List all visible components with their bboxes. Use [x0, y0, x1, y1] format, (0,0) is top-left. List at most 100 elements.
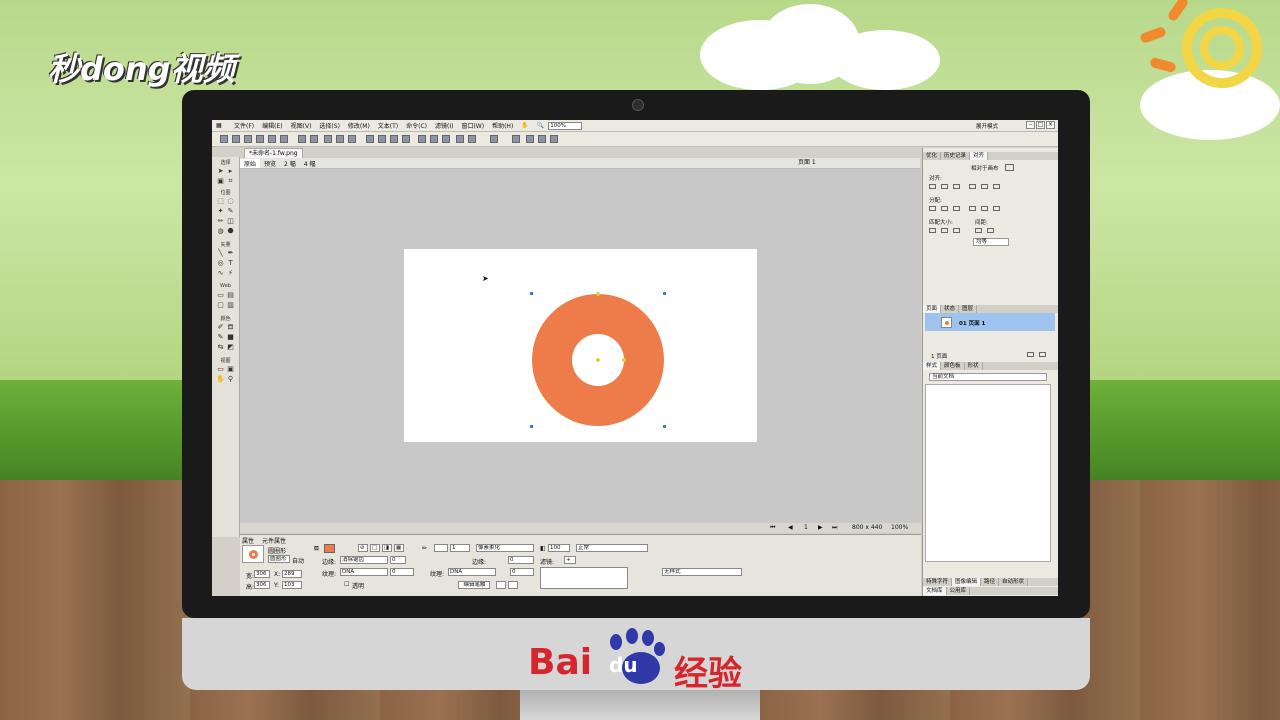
- spacing-select[interactable]: 均等: [973, 238, 1009, 246]
- brush-tool-icon[interactable]: ✎: [226, 207, 235, 215]
- text-tool-icon[interactable]: T: [226, 259, 235, 267]
- stroke-texture-select[interactable]: DNA: [448, 568, 496, 576]
- align-bottom-icon[interactable]: [993, 184, 1000, 189]
- auto-button[interactable]: 自动: [292, 556, 304, 565]
- menu-commands[interactable]: 命令(C): [402, 121, 431, 130]
- distribute-bottom-icon[interactable]: [953, 206, 960, 211]
- top-point-handle[interactable]: [596, 292, 600, 296]
- first-frame-icon[interactable]: ⏮: [770, 524, 775, 532]
- hand-icon[interactable]: ✋: [517, 122, 532, 129]
- selection-handle[interactable]: [530, 292, 533, 295]
- fill-edge-select[interactable]: 消除锯齿: [340, 556, 388, 564]
- tab-shapes[interactable]: 形状: [965, 362, 983, 370]
- tab-pages[interactable]: 页面: [923, 305, 942, 313]
- fill-solid-button[interactable]: □: [370, 544, 380, 552]
- styles-list[interactable]: [925, 384, 1051, 562]
- tab-history[interactable]: 历史记录: [941, 152, 971, 160]
- view-2up-tab[interactable]: 2 幅: [280, 159, 300, 168]
- next-frame-icon[interactable]: ▶: [818, 524, 823, 531]
- transparent-checkbox[interactable]: ☐: [344, 581, 349, 588]
- page-selector[interactable]: 页面 1: [798, 158, 918, 168]
- fill-texture-amount[interactable]: 0: [390, 568, 414, 576]
- tab-document-library[interactable]: 文档库: [923, 587, 947, 595]
- zoom-select[interactable]: 100%: [548, 121, 583, 130]
- object-name-field[interactable]: 圆圈形: [268, 555, 290, 563]
- close-button[interactable]: ×: [1046, 121, 1055, 129]
- align-center-h-icon[interactable]: [941, 184, 948, 189]
- menu-filters[interactable]: 滤镜(I): [431, 121, 457, 130]
- align-left-icon[interactable]: [929, 184, 936, 189]
- rotate-icon[interactable]: [512, 135, 520, 143]
- crop-icon[interactable]: [442, 135, 450, 143]
- scale-tool-icon[interactable]: ▣: [216, 177, 225, 185]
- tab-common-library[interactable]: 公用库: [947, 587, 971, 595]
- bring-forward-icon[interactable]: [456, 135, 464, 143]
- opacity-field[interactable]: 100: [548, 544, 570, 552]
- canvas-area[interactable]: ➤: [240, 169, 921, 523]
- tab-optimize[interactable]: 优化: [923, 152, 942, 160]
- print-icon[interactable]: [280, 135, 288, 143]
- ungroup-icon[interactable]: [378, 135, 386, 143]
- fill-pattern-button[interactable]: ▦: [394, 544, 404, 552]
- group-icon[interactable]: [366, 135, 374, 143]
- distribute-left-icon[interactable]: [969, 206, 976, 211]
- space-vertical-icon[interactable]: [975, 228, 982, 233]
- match-width-icon[interactable]: [929, 228, 936, 233]
- filters-list[interactable]: [540, 567, 628, 589]
- eraser-tool-icon[interactable]: ◫: [226, 217, 235, 225]
- align-right-icon[interactable]: [953, 184, 960, 189]
- pointer-tool-icon[interactable]: ➤: [216, 167, 225, 175]
- hide-slices-icon[interactable]: ▢: [216, 301, 225, 309]
- blend-mode-select[interactable]: 正常: [576, 544, 648, 552]
- freeform-tool-icon[interactable]: ∿: [216, 269, 225, 277]
- tab-swatches[interactable]: 颜色板: [941, 362, 965, 370]
- stroke-position-button[interactable]: [496, 581, 506, 589]
- align-icon[interactable]: [490, 135, 498, 143]
- match-height-icon[interactable]: [941, 228, 948, 233]
- flip-icon[interactable]: [526, 135, 534, 143]
- props-tab-properties[interactable]: 属性: [242, 536, 254, 545]
- distribute-center-icon[interactable]: [981, 206, 988, 211]
- menu-window[interactable]: 窗口(W): [457, 121, 488, 130]
- align-center-v-icon[interactable]: [981, 184, 988, 189]
- fullscreen-mode-icon[interactable]: ▣: [226, 365, 235, 373]
- marquee-tool-icon[interactable]: ⬚: [216, 197, 225, 205]
- menu-select[interactable]: 选择(S): [315, 121, 344, 130]
- punch-icon[interactable]: [402, 135, 410, 143]
- current-document-select[interactable]: 当前文档: [929, 373, 1047, 381]
- cut-icon[interactable]: [324, 135, 332, 143]
- fill-texture-select[interactable]: DNA: [340, 568, 388, 576]
- crop-tool-icon[interactable]: ⌗: [226, 177, 235, 185]
- screen-mode-icon[interactable]: ▭: [216, 365, 225, 373]
- slice-tool-icon[interactable]: ▤: [226, 291, 235, 299]
- eyedropper-tool-icon[interactable]: ✐: [216, 323, 225, 331]
- prev-frame-icon[interactable]: ◀: [788, 524, 793, 531]
- line-tool-icon[interactable]: ╲: [216, 249, 225, 257]
- selection-handle[interactable]: [530, 425, 533, 428]
- height-field[interactable]: 306: [254, 581, 270, 589]
- new-icon[interactable]: [220, 135, 228, 143]
- tab-styles[interactable]: 样式: [923, 362, 942, 370]
- workspace-switcher[interactable]: 展开模式: [976, 122, 998, 130]
- add-filter-button[interactable]: +: [564, 556, 576, 564]
- match-both-icon[interactable]: [953, 228, 960, 233]
- stroke-fill-over-button[interactable]: [508, 581, 518, 589]
- knife-tool-icon[interactable]: ⚡: [226, 269, 235, 277]
- props-tab-symbol[interactable]: 元件属性: [262, 536, 286, 545]
- zoom-tool-icon[interactable]: ⚲: [226, 375, 235, 383]
- fill-color-icon[interactable]: ■: [226, 333, 235, 341]
- style-select[interactable]: 无样式: [662, 568, 742, 576]
- selection-handle[interactable]: [663, 292, 666, 295]
- hotspot-tool-icon[interactable]: ▭: [216, 291, 225, 299]
- pencil-tool-icon[interactable]: ✏: [216, 217, 225, 225]
- menu-view[interactable]: 视图(V): [287, 121, 316, 130]
- import-icon[interactable]: [256, 135, 264, 143]
- distribute-middle-icon[interactable]: [941, 206, 948, 211]
- stroke-edge-amount[interactable]: 0: [508, 556, 534, 564]
- tab-align[interactable]: 对齐: [970, 152, 989, 160]
- flip-vertical-icon[interactable]: [538, 135, 546, 143]
- relative-to-canvas-button[interactable]: [1005, 164, 1014, 171]
- view-4up-tab[interactable]: 4 幅: [300, 159, 320, 168]
- align-top-icon[interactable]: [969, 184, 976, 189]
- pen-tool-icon[interactable]: ✒: [226, 249, 235, 257]
